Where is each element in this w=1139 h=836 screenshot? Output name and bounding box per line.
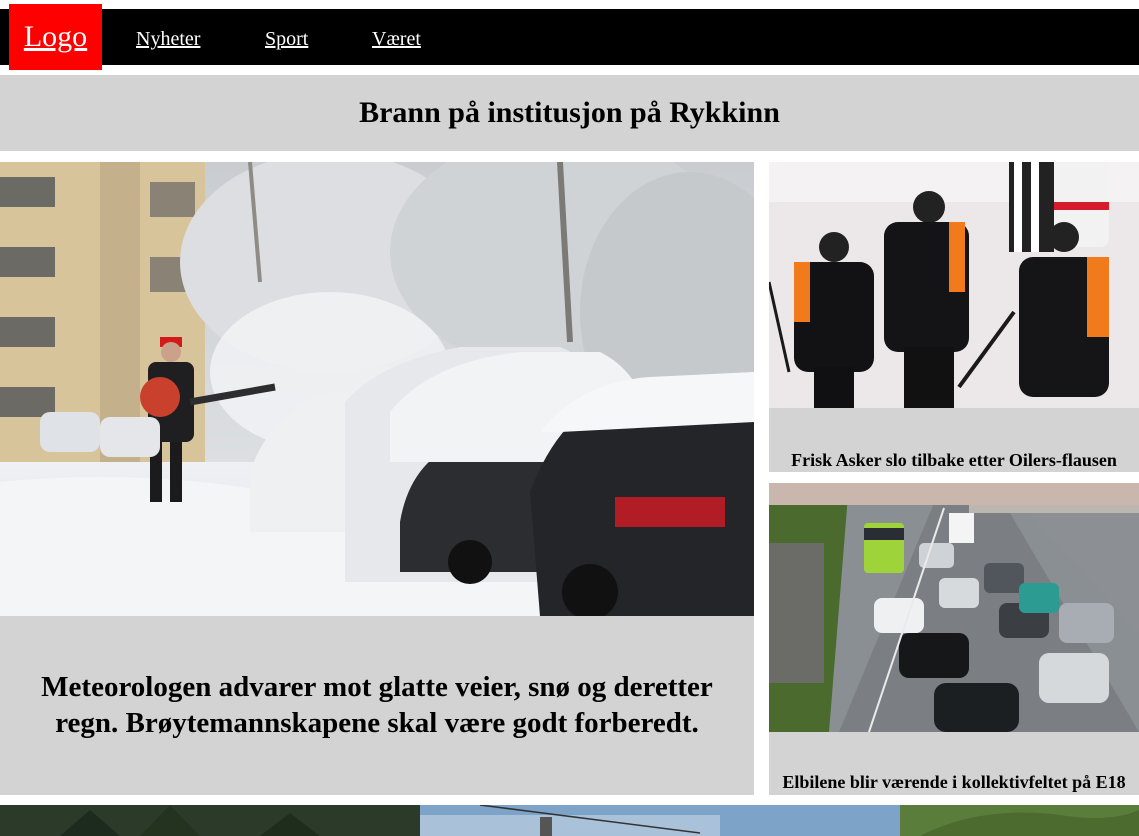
next-article-image-strip[interactable] (0, 805, 1139, 836)
logo-link[interactable]: Logo (9, 4, 102, 70)
main-article-card[interactable]: Meteorologen advarer mot glatte veier, s… (0, 162, 754, 795)
traffic-photo (769, 483, 1139, 732)
side-article-caption-traffic[interactable]: Elbilene blir værende i kollektivfeltet … (769, 772, 1139, 793)
tree-photo-strip (0, 805, 1139, 836)
nav-link-vaeret[interactable]: Været (372, 28, 421, 51)
nav-link-sport[interactable]: Sport (265, 28, 308, 51)
side-article-card-hockey[interactable]: Frisk Asker slo tilbake etter Oilers-fla… (769, 162, 1139, 472)
main-article-caption[interactable]: Meteorologen advarer mot glatte veier, s… (20, 669, 734, 741)
side-article-image-traffic[interactable] (769, 483, 1139, 732)
side-article-caption-hockey[interactable]: Frisk Asker slo tilbake etter Oilers-fla… (769, 450, 1139, 471)
headline-title[interactable]: Brann på institusjon på Rykkinn (359, 96, 780, 130)
side-article-image-hockey[interactable] (769, 162, 1139, 408)
nav-link-nyheter[interactable]: Nyheter (136, 28, 200, 51)
headline-banner[interactable]: Brann på institusjon på Rykkinn (0, 75, 1139, 151)
snow-street-photo (0, 162, 754, 616)
hockey-photo (769, 162, 1139, 408)
side-article-card-traffic[interactable]: Elbilene blir værende i kollektivfeltet … (769, 483, 1139, 795)
main-article-image[interactable] (0, 162, 754, 616)
